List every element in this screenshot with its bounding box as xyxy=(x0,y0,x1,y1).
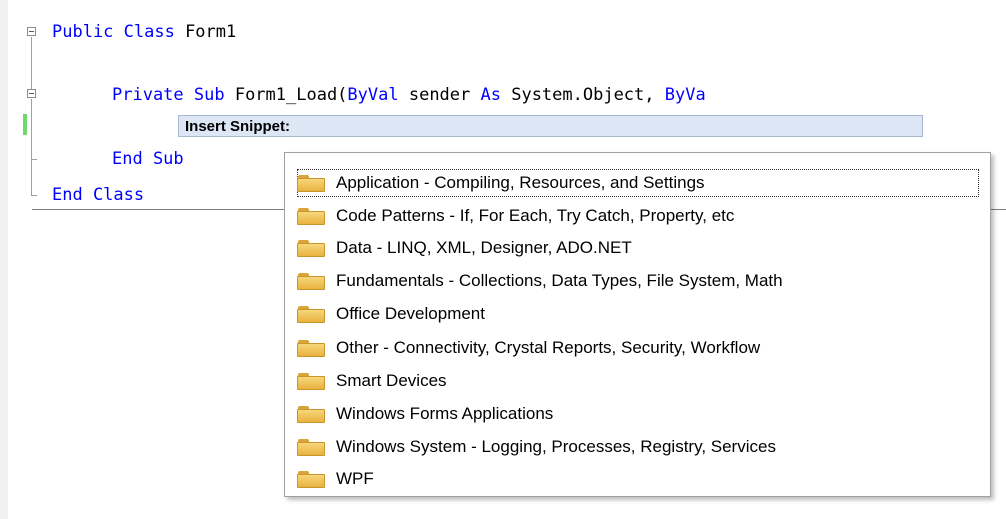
keyword: End Sub xyxy=(112,149,184,169)
snippet-list[interactable]: Application - Compiling, Resources, and … xyxy=(284,152,991,497)
snippet-item-application[interactable]: Application - Compiling, Resources, and … xyxy=(297,169,979,197)
folder-icon xyxy=(297,207,325,225)
keyword: Private Sub xyxy=(112,85,225,105)
snippet-item-label: Application - Compiling, Resources, and … xyxy=(336,173,705,192)
snippet-item-label: Windows Forms Applications xyxy=(336,404,554,423)
snippet-item-code-patterns[interactable]: Code Patterns - If, For Each, Try Catch,… xyxy=(297,202,738,230)
snippet-item-other[interactable]: Other - Connectivity, Crystal Reports, S… xyxy=(297,334,764,362)
insert-snippet-label: Insert Snippet: xyxy=(185,118,291,135)
folder-icon xyxy=(297,339,325,357)
snippet-item-label: Data - LINQ, XML, Designer, ADO.NET xyxy=(336,238,632,257)
editor-margin xyxy=(0,0,8,519)
folder-icon xyxy=(297,272,325,290)
snippet-item-label: WPF xyxy=(336,469,374,488)
snippet-item-label: Smart Devices xyxy=(336,371,447,390)
outline-line xyxy=(31,99,32,195)
code-line-class[interactable]: Public Class Form1 xyxy=(52,21,236,43)
code-text: Form1 xyxy=(174,22,237,42)
snippet-item-windows-system[interactable]: Windows System - Logging, Processes, Reg… xyxy=(297,433,780,461)
insert-snippet-bar[interactable]: Insert Snippet: xyxy=(178,115,923,137)
code-text: Form1_Load( xyxy=(224,85,348,105)
folder-icon xyxy=(297,405,325,423)
change-indicator-bar xyxy=(23,114,27,135)
folder-icon xyxy=(297,174,325,192)
collapse-class-icon[interactable] xyxy=(27,27,36,36)
folder-icon xyxy=(297,239,325,257)
keyword: ByVal xyxy=(347,85,399,105)
keyword: End Class xyxy=(52,185,145,205)
snippet-item-data[interactable]: Data - LINQ, XML, Designer, ADO.NET xyxy=(297,234,636,262)
snippet-item-smart-devices[interactable]: Smart Devices xyxy=(297,367,451,395)
keyword: Public Class xyxy=(52,22,175,42)
code-line-sub[interactable]: Private Sub Form1_Load(ByVal sender As S… xyxy=(112,84,706,106)
keyword: As xyxy=(480,85,501,105)
snippet-item-wpf[interactable]: WPF xyxy=(297,465,378,493)
outline-end-class-tick xyxy=(31,195,37,196)
snippet-item-fundamentals[interactable]: Fundamentals - Collections, Data Types, … xyxy=(297,267,787,295)
folder-icon xyxy=(297,372,325,390)
folder-icon xyxy=(297,438,325,456)
snippet-item-label: Office Development xyxy=(336,304,485,323)
folder-icon xyxy=(297,470,325,488)
code-text: System.Object, xyxy=(500,85,665,105)
code-line-end-class[interactable]: End Class xyxy=(52,184,144,206)
snippet-item-label: Fundamentals - Collections, Data Types, … xyxy=(336,271,783,290)
snippet-item-label: Code Patterns - If, For Each, Try Catch,… xyxy=(336,206,735,225)
code-line-end-sub[interactable]: End Sub xyxy=(112,148,184,170)
collapse-sub-icon[interactable] xyxy=(27,89,36,98)
snippet-item-windows-forms[interactable]: Windows Forms Applications xyxy=(297,400,557,428)
outline-line xyxy=(31,37,32,89)
folder-icon xyxy=(297,305,325,323)
code-text: sender xyxy=(398,85,481,105)
outline-end-sub-tick xyxy=(31,159,37,160)
keyword: ByVa xyxy=(664,85,706,105)
code-editor[interactable]: Public Class Form1 Private Sub Form1_Loa… xyxy=(0,0,1006,519)
snippet-item-office-development[interactable]: Office Development xyxy=(297,300,489,328)
snippet-item-label: Windows System - Logging, Processes, Reg… xyxy=(336,437,776,456)
snippet-item-label: Other - Connectivity, Crystal Reports, S… xyxy=(336,338,761,357)
